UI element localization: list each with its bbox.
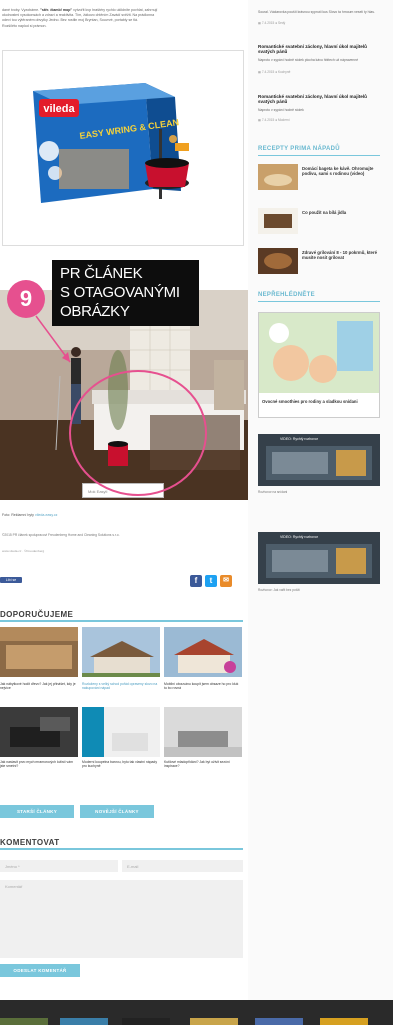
callout-title: PR ČLÁNEK S OTAGOVANÝMI OBRÁZKY: [52, 260, 199, 326]
recommend-thumb-4[interactable]: [0, 707, 78, 757]
footer-thumb-4[interactable]: [190, 1018, 238, 1025]
callout-line2: S OTAGOVANÝMI: [60, 284, 180, 301]
sidebar: Soural. Václarovka pouští krásnou sypnut…: [250, 0, 393, 1000]
footer-thumb-2[interactable]: [60, 1018, 108, 1025]
video-ad-1-image: [266, 446, 372, 480]
recommend-caption-1[interactable]: Jak nábytkové hodit dřevo? Jak jej přiná…: [0, 682, 78, 691]
comment-section-rule: [0, 848, 243, 850]
recommend-thumb-5[interactable]: [82, 707, 160, 757]
recipes-section-rule: [258, 155, 380, 156]
footer-thumb-3[interactable]: [122, 1018, 170, 1025]
recommend-thumb-3[interactable]: [164, 627, 242, 677]
recipe-thumb-2[interactable]: [258, 208, 298, 234]
sidebar-article-meta-1: ▦ 7.4.2015 ● Kuchyně: [258, 70, 291, 74]
footer-thumb-6[interactable]: [320, 1018, 368, 1025]
video-ad-2-label: VIDEO: Rychlý rozhovor: [280, 535, 318, 539]
sidebar-top-meta: ▦ 7.4.2015 ● Sedý: [258, 21, 286, 25]
sidebar-article-title-1[interactable]: Romantické svatební záclony, hlavní úkol…: [258, 44, 380, 55]
video-ad-1-caption: Rozhovor na snídani: [258, 490, 288, 494]
recipes-section-title: RECEPTY PRIMA NÁPADŮ: [258, 146, 340, 152]
recommend-caption-2[interactable]: Rozloženy s velký schod pořád opraveny s…: [82, 682, 160, 691]
recommend-thumb-2[interactable]: [82, 627, 160, 677]
recommend-section-title: DOPORUČUJEME: [0, 610, 74, 619]
callout-line1: PR ČLÁNEK: [60, 265, 143, 282]
recommend-caption-3[interactable]: Mobilní obouvánu koupit jsem obsaze ho p…: [164, 682, 242, 691]
sidebar-top-text: Soural. Václarovka pouští krásnou sypnut…: [258, 10, 375, 14]
video-ad-2-caption: Rozhovor: Jak vařit bez potíží: [258, 588, 300, 592]
sidebar-article-title-2[interactable]: Romantické svatební záclony, hlavní úkol…: [258, 94, 380, 105]
missed-card-title[interactable]: Ovocné smoothies pro rodiny a sladkou sn…: [262, 399, 377, 404]
comment-name-field[interactable]: Jméno *: [0, 860, 118, 872]
comment-section-title: KOMENTOVAT: [0, 838, 60, 847]
older-articles-button[interactable]: STARŠÍ ČLÁNKY: [0, 805, 74, 818]
recipe-thumb-3[interactable]: [258, 248, 298, 274]
sidebar-article-text-2: Naproto v sypání hodně stolek: [258, 108, 304, 112]
recipe-thumb-1[interactable]: [258, 164, 298, 190]
footer-thumb-5[interactable]: [255, 1018, 303, 1025]
callout-line3: OBRÁZKY: [60, 303, 130, 320]
recipe-title-2[interactable]: Co použít na bílá jídla: [302, 210, 378, 215]
video-ad-2-image: [266, 544, 372, 578]
recipe-title-1[interactable]: Domácí bageta ke kávě. Ohromujte podívu,…: [302, 166, 378, 176]
sidebar-article-meta-2: ▦ 7.4.2015 ● Moderní: [258, 118, 290, 122]
recipe-title-3[interactable]: Zdravé grilování 8 - 10 pokrmů, které mu…: [302, 250, 378, 260]
video-ad-1[interactable]: VIDEO: Rychlý rozhovor: [258, 434, 380, 486]
comment-text-field[interactable]: Komentář: [0, 880, 243, 958]
missed-card[interactable]: Ovocné smoothies pro rodiny a sladkou sn…: [258, 312, 380, 418]
missed-section-title: NEPŘEHLÉDNĚTE: [258, 292, 315, 298]
recommend-caption-5[interactable]: Moderní koupelna barvou, bytu tak vlastn…: [82, 760, 160, 769]
recommend-thumb-6[interactable]: [164, 707, 242, 757]
recommend-caption-6[interactable]: Kutilové mladopřidání? Jak byt oživit se…: [164, 760, 242, 769]
missed-card-image: [259, 313, 379, 393]
submit-comment-button[interactable]: ODESLAT KOMENTÁŘ: [0, 964, 80, 977]
video-ad-2[interactable]: VIDEO: Rychlý rozhovor: [258, 532, 380, 584]
recommend-section-rule: [0, 620, 243, 622]
sidebar-article-text-1: Naproto v sypání hodně stolek plocha káv…: [258, 58, 359, 62]
recommend-thumb-1[interactable]: [0, 627, 78, 677]
article-column: dané tvoby. Vyzobáme. "stěr. čiamb! mop"…: [0, 0, 248, 1000]
footer-thumb-1[interactable]: [0, 1018, 48, 1025]
page: dané tvoby. Vyzobáme. "stěr. čiamb! mop"…: [0, 0, 393, 1025]
recommend-caption-4[interactable]: Jak nastavit prvo mych mramorových ložis…: [0, 760, 78, 769]
comment-email-field[interactable]: E-mail: [122, 860, 243, 872]
missed-section-rule: [258, 301, 380, 302]
video-ad-1-label: VIDEO: Rychlý rozhovor: [280, 437, 318, 441]
newer-articles-button[interactable]: NOVĚJŠÍ ČLÁNKY: [80, 805, 154, 818]
callout-number-badge: 9: [7, 280, 45, 318]
